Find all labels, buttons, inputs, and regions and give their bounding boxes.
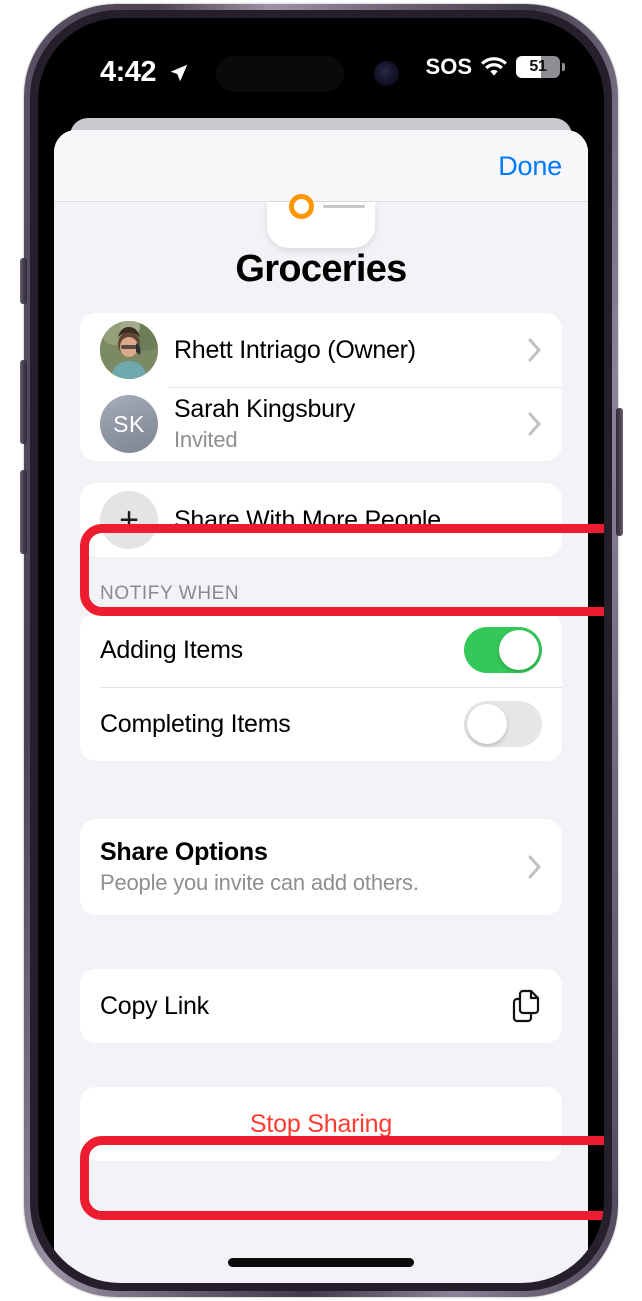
notify-label: Adding Items	[100, 635, 243, 664]
reminders-list-icon	[267, 194, 375, 248]
share-sheet: Done Groceries Rhett Intriago (Owner) SK…	[54, 130, 588, 1283]
dynamic-island	[216, 56, 344, 92]
chevron-right-icon	[528, 338, 541, 362]
sheet-body: Groceries Rhett Intriago (Owner) SK Sara…	[54, 194, 588, 1161]
battery-percent: 51	[529, 58, 547, 75]
stop-sharing-button[interactable]: Stop Sharing	[80, 1087, 562, 1161]
participant-row-invited[interactable]: SK Sarah Kingsbury Invited	[80, 387, 562, 461]
participant-status: Invited	[174, 427, 238, 452]
volume-up-button[interactable]	[20, 360, 27, 444]
status-bar: 4:42 SOS 51	[38, 18, 604, 114]
screenshot-stage: 4:42 SOS 51 Done Groceries Rhett Intriag…	[0, 0, 642, 1301]
avatar-initials: SK	[113, 410, 145, 437]
reminders-line-decoration	[323, 205, 365, 208]
stop-sharing-card: Stop Sharing	[80, 1087, 562, 1161]
volume-down-button[interactable]	[20, 470, 27, 554]
status-bar-right: SOS 51	[425, 54, 565, 80]
sos-indicator: SOS	[425, 54, 472, 79]
status-bar-time: 4:42	[100, 56, 157, 88]
action-button[interactable]	[20, 258, 27, 304]
share-more-text: Share With More People	[174, 506, 542, 535]
copy-document-icon[interactable]	[512, 989, 542, 1023]
copy-link-row[interactable]: Copy Link	[80, 969, 562, 1043]
plus-icon: +	[100, 491, 158, 549]
notify-row-adding-items[interactable]: Adding Items	[80, 613, 562, 687]
chevron-right-icon	[528, 412, 541, 436]
avatar-photo-icon	[100, 321, 158, 379]
notify-label: Completing Items	[100, 709, 291, 738]
completing-items-toggle[interactable]	[464, 701, 542, 747]
share-more-label: Share With More People	[174, 505, 441, 534]
notify-row-completing-items[interactable]: Completing Items	[80, 687, 562, 761]
participant-text: Rhett Intriago (Owner)	[174, 336, 520, 365]
wifi-icon	[481, 57, 507, 76]
location-arrow-icon	[170, 64, 188, 82]
share-with-more-people-card: + Share With More People	[80, 483, 562, 557]
notify-section-header: NOTIFY WHEN	[100, 583, 240, 604]
share-options-row[interactable]: Share Options People you invite can add …	[80, 819, 562, 915]
phone-screen: 4:42 SOS 51 Done Groceries Rhett Intriag…	[38, 18, 604, 1283]
notify-card: Adding Items Completing Items	[80, 613, 562, 761]
avatar: SK	[100, 395, 158, 453]
sheet-navigation-bar: Done	[54, 130, 588, 202]
share-options-card: Share Options People you invite can add …	[80, 819, 562, 915]
notify-text: Adding Items	[100, 636, 464, 665]
copy-link-label: Copy Link	[100, 991, 209, 1020]
participant-name: Sarah Kingsbury	[174, 395, 356, 423]
copy-link-card: Copy Link	[80, 969, 562, 1043]
participant-row-owner[interactable]: Rhett Intriago (Owner)	[80, 313, 562, 387]
power-button[interactable]	[616, 408, 623, 536]
done-button[interactable]: Done	[498, 151, 562, 182]
stop-sharing-label: Stop Sharing	[249, 1109, 393, 1138]
share-with-more-people-button[interactable]: + Share With More People	[80, 483, 562, 557]
share-options-subtitle: People you invite can add others.	[100, 870, 419, 895]
participants-card: Rhett Intriago (Owner) SK Sarah Kingsbur…	[80, 313, 562, 461]
notify-text: Completing Items	[100, 710, 464, 739]
share-options-text: Share Options People you invite can add …	[100, 838, 520, 896]
home-indicator[interactable]	[228, 1258, 414, 1267]
front-camera-icon	[374, 61, 399, 86]
share-options-title: Share Options	[100, 838, 268, 866]
battery-indicator: 51	[516, 56, 565, 78]
copy-link-text: Copy Link	[100, 992, 512, 1021]
toggle-knob	[499, 630, 539, 670]
participant-text: Sarah Kingsbury Invited	[174, 395, 520, 453]
avatar	[100, 321, 158, 379]
adding-items-toggle[interactable]	[464, 627, 542, 673]
participant-name: Rhett Intriago (Owner)	[174, 335, 416, 364]
toggle-knob	[467, 704, 507, 744]
reminders-bullet-icon	[289, 194, 314, 219]
chevron-right-icon	[528, 855, 541, 879]
